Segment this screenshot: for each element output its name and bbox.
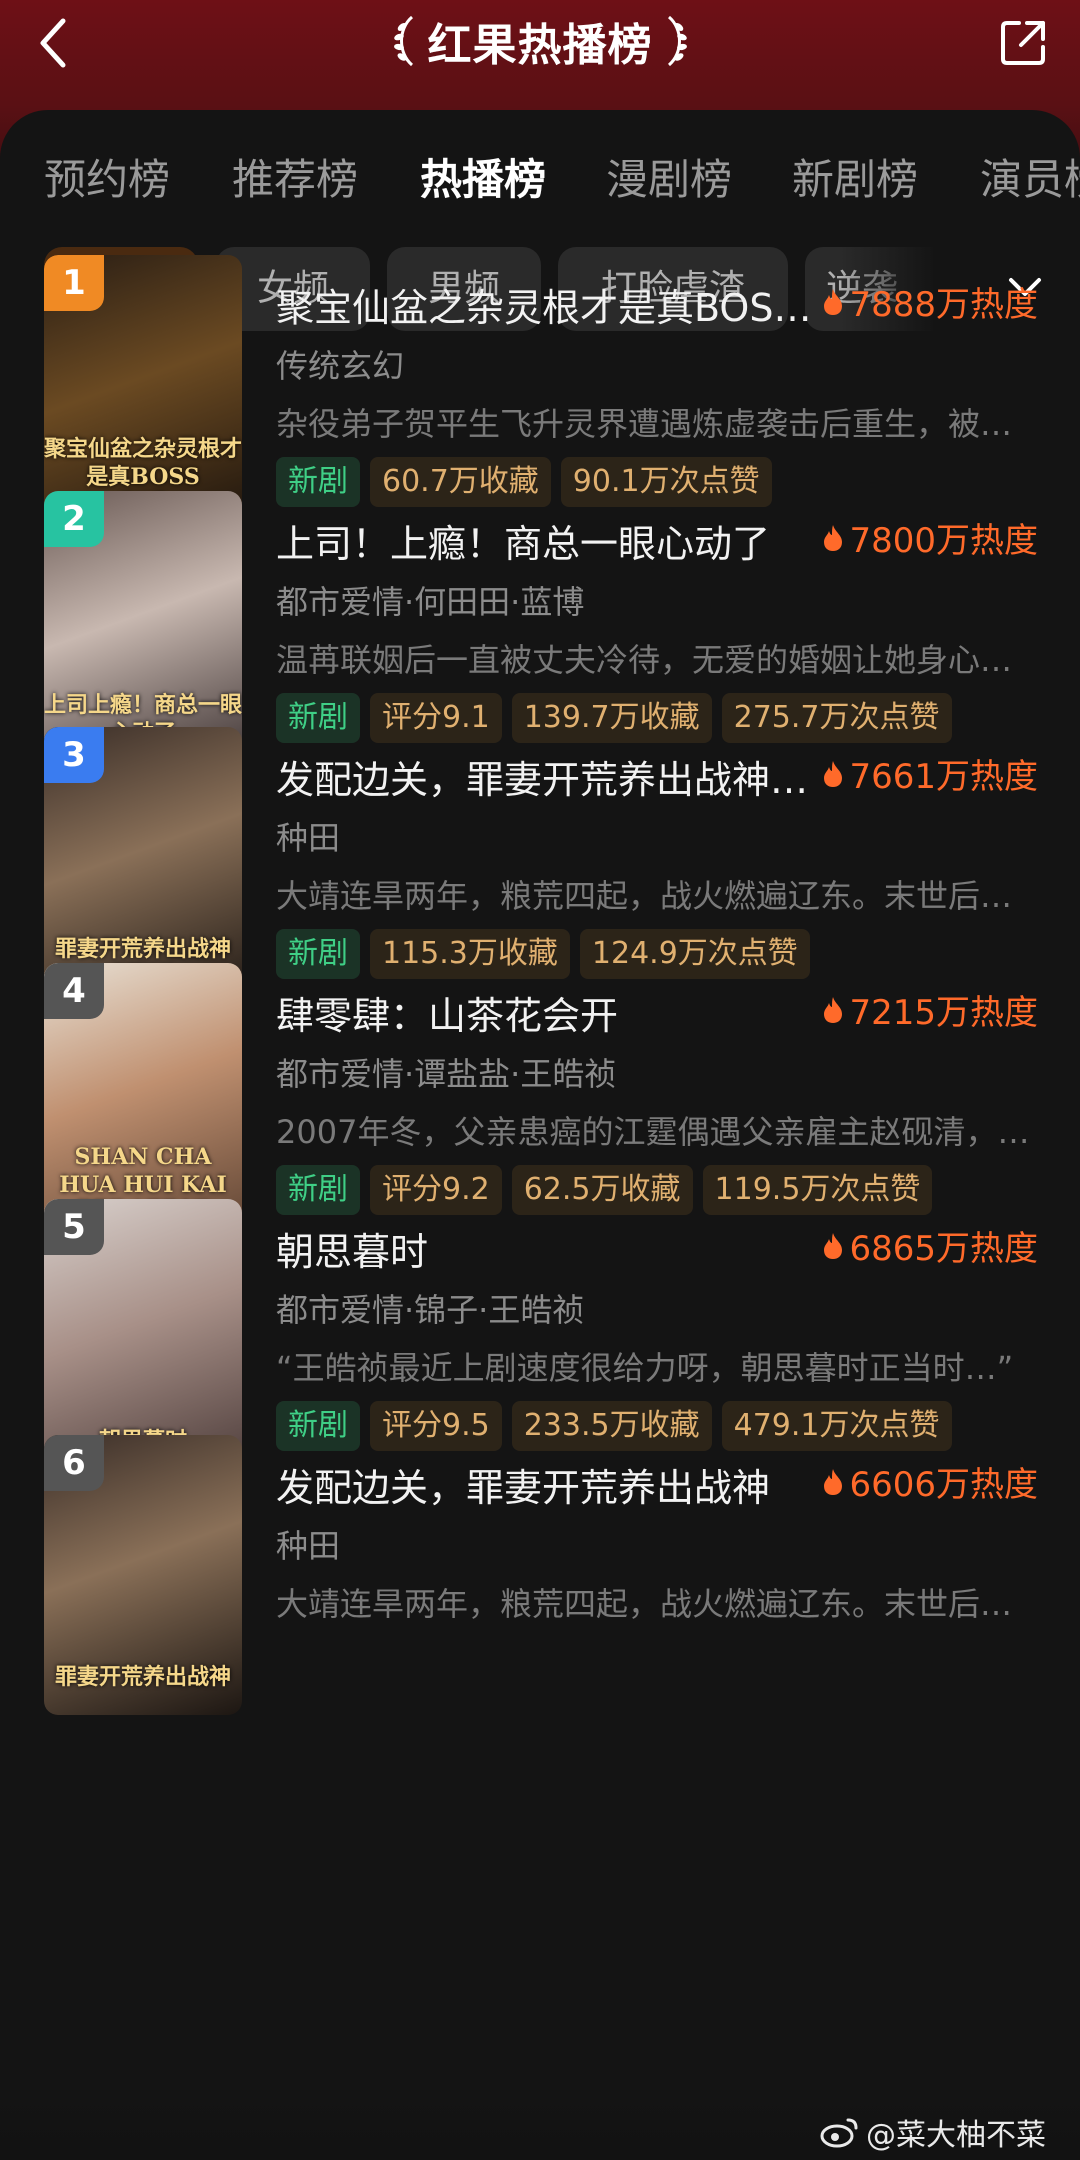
heat-value: 6865万热度 <box>849 1229 1038 1269</box>
drama-title[interactable]: 聚宝仙盆之杂灵根才是真BOSS第五季 <box>276 277 816 332</box>
synopsis: 杂役弟子贺平生飞升灵界遭遇炼虚袭击后重生，被迫离开宗门另寻机缘 <box>276 405 1036 443</box>
flame-icon <box>824 1232 843 1259</box>
heat-value: 7215万热度 <box>849 993 1038 1033</box>
genre-cast: 都市爱情·锦子·王皓祯 <box>276 1291 585 1329</box>
share-icon <box>1001 21 1045 65</box>
synopsis: 大靖连旱两年，粮荒四起，战火燃遍辽东。末世后勤军医穿越而来 <box>276 877 1036 915</box>
genre-cast: 都市爱情·何田田·蓝博 <box>276 583 585 621</box>
page-title: 红果热播榜 <box>427 20 653 71</box>
weibo-icon <box>820 2118 858 2148</box>
watermark-text: @菜大柚不菜 <box>866 2118 1046 2153</box>
poster-title-text: 罪妻开荒养出战神 <box>54 1664 231 1690</box>
list-item[interactable]: 6 罪妻开荒养出战神 发配边关，罪妻开荒养出战神 6606万热度种田大靖连旱两年，粮荒… <box>0 1435 1080 1735</box>
flame-icon <box>824 288 843 315</box>
page-title-wrap: 红果热播榜 <box>0 6 1080 76</box>
heat-value: 6606万热度 <box>849 1465 1038 1505</box>
tab-reservation[interactable]: 预约榜 <box>44 140 170 220</box>
synopsis: “王皓祯最近上剧速度很给力呀，朝思暮时正当时…” <box>276 1349 1014 1387</box>
synopsis: 温苒联姻后一直被丈夫冷待，无爱的婚姻让她身心俱疲决定离婚 <box>276 641 1036 679</box>
flame-icon <box>824 1468 843 1495</box>
laurel-left-icon <box>393 15 413 67</box>
rank-badge: 6 <box>44 1435 104 1491</box>
poster-image[interactable]: 6 罪妻开荒养出战神 <box>44 1435 242 1715</box>
tab-actor[interactable]: 演员榜 <box>980 140 1080 220</box>
flame-icon <box>824 760 843 787</box>
flame-icon <box>824 524 843 551</box>
rank-badge: 4 <box>44 963 104 1019</box>
drama-title[interactable]: 肆零肆：山茶花会开 <box>276 985 816 1040</box>
poster-title-text: 罪妻开荒养出战神 <box>54 936 231 962</box>
drama-title[interactable]: 朝思暮时 <box>276 1221 816 1276</box>
watermark: @菜大柚不菜 <box>820 2110 1046 2154</box>
drama-title[interactable]: 上司！上瘾！商总一眼心动了 <box>276 513 816 568</box>
heat-score: 7888万热度 <box>821 277 1038 326</box>
heat-score: 6865万热度 <box>821 1221 1038 1270</box>
heat-score: 7800万热度 <box>821 513 1038 562</box>
tab-hot[interactable]: 热播榜 <box>420 140 546 220</box>
heat-value: 7661万热度 <box>849 757 1038 797</box>
genre-cast: 种田 <box>276 1527 341 1565</box>
heat-value: 7888万热度 <box>849 285 1038 325</box>
heat-score: 7215万热度 <box>821 985 1038 1034</box>
poster-title-text: SHAN CHA HUA HUI KAI <box>59 1144 227 1198</box>
flame-icon <box>824 996 843 1023</box>
heat-value: 7800万热度 <box>849 521 1038 561</box>
drama-title[interactable]: 发配边关，罪妻开荒养出战神将军 <box>276 749 816 804</box>
genre-cast: 种田 <box>276 819 341 857</box>
drama-title[interactable]: 发配边关，罪妻开荒养出战神 <box>276 1457 816 1512</box>
heat-score: 6606万热度 <box>821 1457 1038 1506</box>
ranking-panel: 预约榜 推荐榜 热播榜 漫剧榜 新剧榜 演员榜 总榜 女频 男频 打脸虐渣 逆袭… <box>0 110 1080 2160</box>
synopsis: 大靖连旱两年，粮荒四起，战火燃遍辽东。末世后勤军医穿越而来 <box>276 1585 1036 1623</box>
rank-badge: 2 <box>44 491 104 547</box>
tab-manhua[interactable]: 漫剧榜 <box>606 140 732 220</box>
rank-badge: 3 <box>44 727 104 783</box>
rank-badge: 5 <box>44 1199 104 1255</box>
poster-title-art: 罪妻开荒养出战神 <box>44 1663 242 1691</box>
rank-badge: 1 <box>44 255 104 311</box>
laurel-right-icon <box>667 15 687 67</box>
synopsis: 2007年冬，父亲患癌的江霆偶遇父亲雇主赵砚清，两人命运从此交织 <box>276 1113 1036 1151</box>
heat-score: 7661万热度 <box>821 749 1038 798</box>
share-button[interactable] <box>988 8 1058 78</box>
genre-cast: 都市爱情·谭盐盐·王皓祯 <box>276 1055 617 1093</box>
tab-recommend[interactable]: 推荐榜 <box>232 140 358 220</box>
ranking-tabs: 预约榜 推荐榜 热播榜 漫剧榜 新剧榜 演员榜 <box>0 140 1080 220</box>
genre-cast: 传统玄幻 <box>276 347 405 385</box>
page: 红果热播榜 预约榜 推荐榜 热播榜 漫剧榜 新剧榜 演员榜 <box>0 0 1080 2160</box>
tab-new[interactable]: 新剧榜 <box>792 140 918 220</box>
poster-title-text: 聚宝仙盆之杂灵根才是真BOSS <box>44 436 242 490</box>
